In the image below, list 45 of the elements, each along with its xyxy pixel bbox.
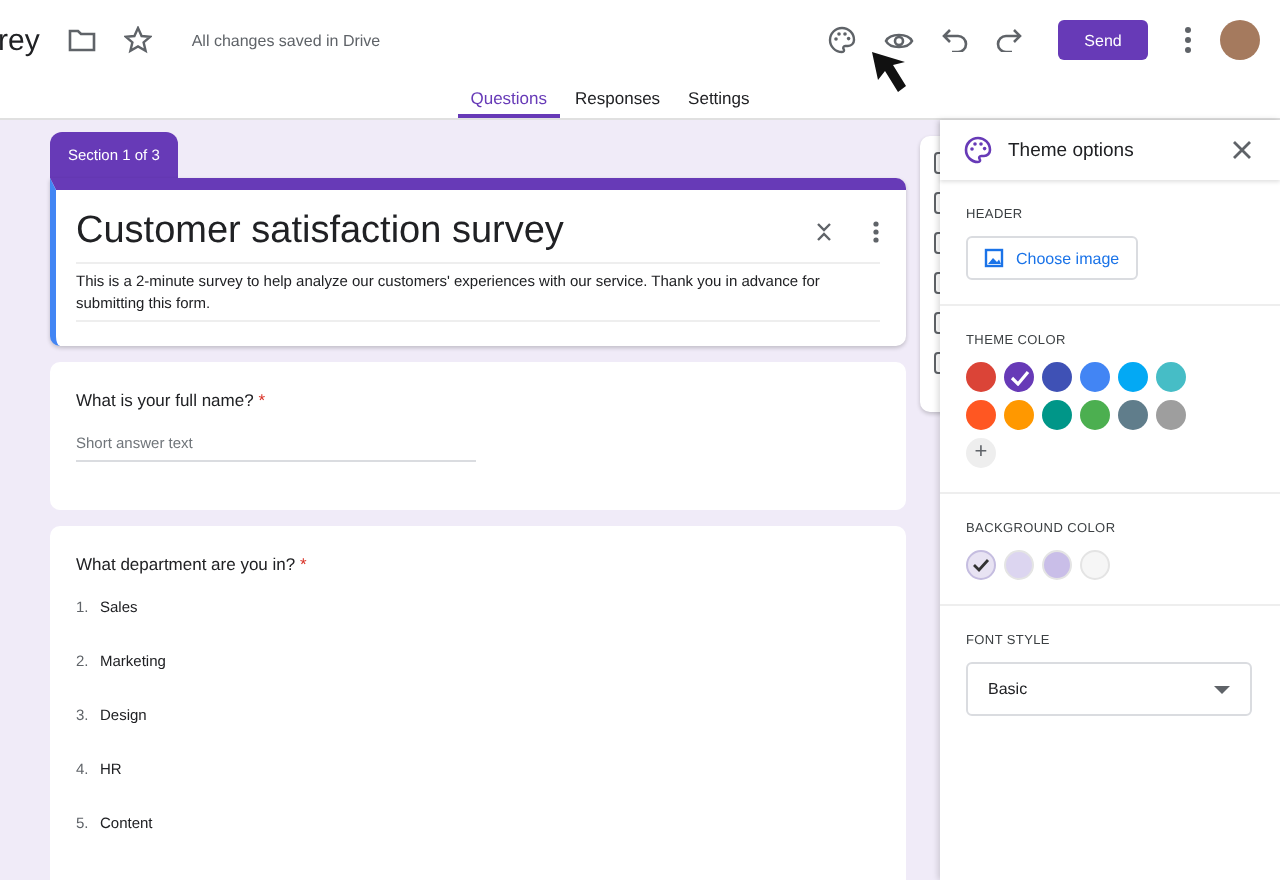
required-mark: * [300,553,307,574]
color-swatch[interactable] [1004,400,1034,430]
eye-icon[interactable] [884,29,914,51]
add-color-button[interactable]: + [966,438,996,468]
folder-icon[interactable] [67,28,96,52]
avatar[interactable] [1220,20,1260,60]
color-swatch[interactable] [1118,362,1148,392]
color-swatch[interactable] [966,362,996,392]
image-icon [984,248,1004,268]
color-swatch[interactable] [1004,362,1034,392]
tab[interactable]: Responses [563,80,673,118]
tab[interactable]: Settings [676,80,762,118]
undo-icon[interactable] [942,28,968,52]
color-swatch[interactable] [1080,550,1110,580]
color-swatch[interactable] [1156,362,1186,392]
color-swatch[interactable] [1042,550,1072,580]
more-options-icon[interactable] [872,220,880,244]
palette-icon [964,136,992,164]
tab[interactable]: Questions [458,80,560,118]
form-title-text: rey [0,23,40,57]
save-status: All changes saved in Drive [191,31,381,49]
question-title: What is your full name? [76,389,254,410]
form-title[interactable]: Customer satisfaction survey [76,210,776,254]
star-icon[interactable] [123,26,152,54]
color-swatch[interactable] [1042,400,1072,430]
panel-title: Theme options [1008,139,1136,161]
color-swatch[interactable] [1042,362,1072,392]
close-icon[interactable] [1232,140,1252,160]
redo-icon[interactable] [996,28,1022,52]
choose-image-button[interactable]: Choose image [966,236,1138,280]
collapse-icon[interactable] [816,222,832,242]
more-options-icon[interactable] [1184,26,1192,54]
palette-icon[interactable] [828,26,856,54]
question-title: What department are you in? [76,553,296,574]
color-swatch[interactable] [1118,400,1148,430]
required-mark: * [258,389,266,410]
font-style-dropdown[interactable]: Basic [966,662,1252,716]
color-swatch[interactable] [1080,400,1110,430]
color-swatch[interactable] [1156,400,1186,430]
color-swatch[interactable] [1080,362,1110,392]
dropdown-arrow-icon [1214,685,1230,693]
send-button[interactable]: Send [1058,20,1148,60]
color-swatch[interactable] [966,400,996,430]
color-swatch[interactable] [1004,550,1034,580]
color-swatch[interactable] [966,550,996,580]
